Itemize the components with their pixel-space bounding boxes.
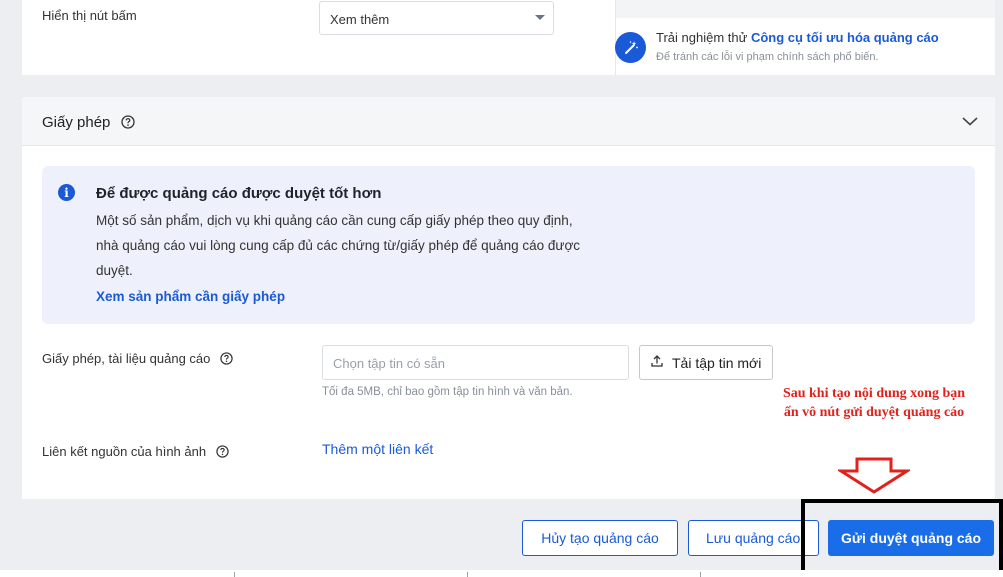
preview-panel xyxy=(616,0,995,18)
magic-wand-icon xyxy=(615,32,646,63)
license-docs-label-text: Giấy phép, tài liệu quảng cáo xyxy=(42,351,211,366)
choose-existing-file-input[interactable]: Chọn tập tin có sẵn xyxy=(322,345,629,380)
down-arrow-icon xyxy=(835,457,913,500)
button-display-label: Hiển thị nút bấm xyxy=(42,8,137,23)
tip-subtext: Để tránh các lỗi vi phạm chính sách phổ … xyxy=(656,51,879,63)
divider xyxy=(234,572,235,577)
button-display-value: Xem thêm xyxy=(330,12,390,27)
chevron-down-icon xyxy=(535,15,545,20)
file-size-hint: Tối đa 5MB, chỉ bao gồm tập tin hình và … xyxy=(322,386,573,398)
help-icon[interactable] xyxy=(220,351,233,368)
info-icon: i xyxy=(58,184,75,201)
annotation-line-2: ấn vô nút gửi duyệt quảng cáo xyxy=(783,405,965,420)
add-link-button[interactable]: Thêm một liên kết xyxy=(322,441,433,457)
upload-new-file-button[interactable]: Tải tập tin mới xyxy=(639,345,773,380)
license-info-box: i Để được quảng cáo được duyệt tốt hơn M… xyxy=(42,166,975,324)
license-docs-label: Giấy phép, tài liệu quảng cáo xyxy=(42,351,233,368)
tip-prefix: Trải nghiệm thử xyxy=(656,30,748,45)
info-text: Một số sản phẩm, dịch vụ khi quảng cáo c… xyxy=(96,213,581,278)
tip-text: Trải nghiệm thử Công cụ tối ưu hóa quảng… xyxy=(656,30,939,45)
upload-new-file-label: Tải tập tin mới xyxy=(672,354,762,371)
footer-strip xyxy=(0,570,1003,577)
annotation-line-1: Sau khi tạo nội dung xong bạn xyxy=(782,386,966,401)
button-display-select[interactable]: Xem thêm xyxy=(319,1,554,35)
info-title: Để được quảng cáo được duyệt tốt hơn xyxy=(96,185,382,202)
optimization-tool-link[interactable]: Công cụ tối ưu hóa quảng cáo xyxy=(751,30,939,45)
highlight-frame xyxy=(801,499,1003,575)
instruction-annotation: Sau khi tạo nội dung xong bạn ấn vô nút … xyxy=(764,384,984,422)
cancel-ad-button[interactable]: Hủy tạo quảng cáo xyxy=(522,520,678,556)
image-source-label: Liên kết nguồn của hình ảnh xyxy=(42,444,229,461)
license-section-header[interactable]: Giấy phép xyxy=(22,97,995,146)
collapse-chevron-icon[interactable] xyxy=(961,114,979,132)
divider xyxy=(700,572,701,577)
divider xyxy=(467,572,468,577)
view-licensed-products-link[interactable]: Xem sản phẩm cần giấy phép xyxy=(96,289,285,304)
save-ad-button[interactable]: Lưu quảng cáo xyxy=(688,520,819,556)
upload-icon xyxy=(650,354,664,371)
image-source-label-text: Liên kết nguồn của hình ảnh xyxy=(42,444,207,459)
license-section-body: i Để được quảng cáo được duyệt tốt hơn M… xyxy=(22,146,995,499)
help-icon[interactable] xyxy=(216,444,229,461)
license-section-title: Giấy phép xyxy=(42,114,111,131)
help-icon[interactable] xyxy=(121,115,135,134)
